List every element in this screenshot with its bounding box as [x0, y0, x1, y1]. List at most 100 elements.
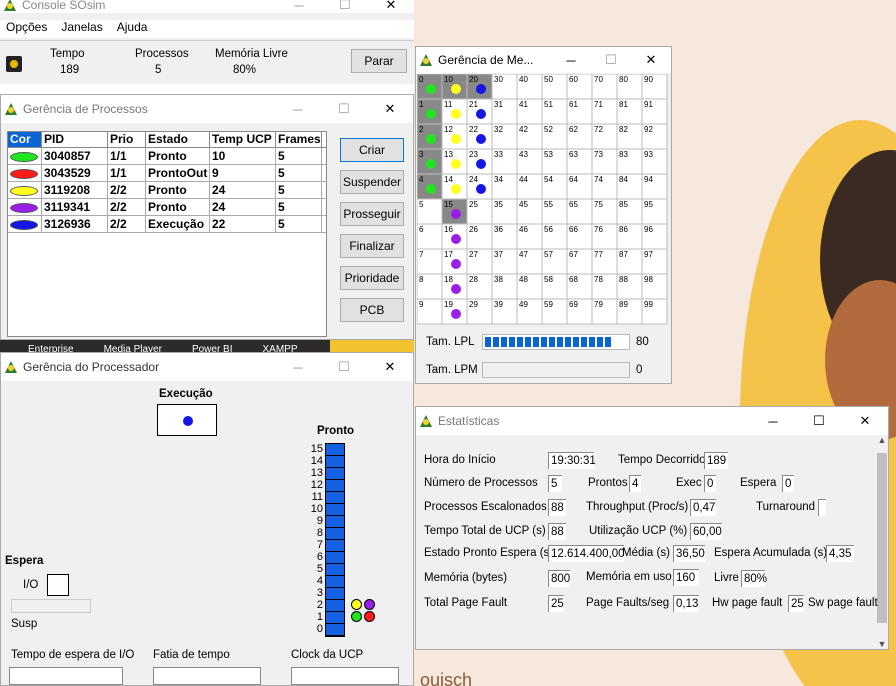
frame-number: 92 — [644, 125, 653, 134]
scroll-up-icon[interactable]: ▲ — [874, 435, 888, 445]
queue-index: 10 — [310, 503, 323, 515]
close-icon[interactable]: ✕ — [367, 359, 413, 375]
page-dot — [451, 84, 461, 94]
minimize-icon[interactable]: ─ — [551, 53, 591, 68]
table-row[interactable]: 3119341 2/2 Pronto 24 5 — [8, 199, 326, 216]
menu-opcoes[interactable]: Opções — [6, 20, 47, 38]
page-dot — [476, 184, 486, 194]
close-icon[interactable]: ✕ — [368, 0, 414, 13]
column-header[interactable]: Cor — [8, 132, 42, 147]
memory-frame: 43 — [516, 148, 543, 175]
menu-janelas[interactable]: Janelas — [61, 20, 102, 38]
lpl-segment — [573, 337, 579, 347]
cpu-box — [157, 404, 217, 436]
table-row[interactable]: 3040857 1/1 Pronto 10 5 — [8, 148, 326, 165]
minimize-icon[interactable]: ─ — [275, 102, 321, 117]
tempo-espera-io-slider[interactable] — [9, 667, 123, 685]
page-dot — [451, 209, 461, 219]
column-header[interactable]: Temp UCP — [210, 132, 276, 147]
memory-frame: 3 — [417, 148, 443, 175]
maximize-icon[interactable]: ☐ — [321, 101, 367, 117]
memory-frame: 97 — [641, 248, 668, 275]
frame-number: 74 — [594, 175, 603, 184]
scroll-down-icon[interactable]: ▼ — [874, 639, 888, 649]
pcb-button[interactable]: PCB — [340, 298, 404, 322]
parar-button[interactable]: Parar — [351, 49, 407, 73]
memory-grid: 0 10 20 30 40 50 60 70 80 901 11 21 31 41 51 61 71 81 912 1… — [417, 74, 668, 325]
fatia-tempo-slider[interactable] — [153, 667, 261, 685]
close-icon[interactable]: ✕ — [842, 413, 888, 429]
page-dot — [426, 109, 436, 119]
process-table-body: 3040857 1/1 Pronto 10 5 3043529 1/1 ProntoOut 9 5… — [8, 148, 326, 233]
page-faults-seg-value: 0,13 — [673, 595, 699, 612]
hora-inicio-value: 19:30:31 — [548, 452, 596, 469]
criar-button[interactable]: Criar — [340, 138, 404, 162]
statistics-titlebar[interactable]: Estatísticas ─ ☐ ✕ — [416, 407, 888, 435]
page-dot — [451, 134, 461, 144]
minimize-icon[interactable]: ─ — [275, 360, 321, 375]
escalonados-value: 88 — [548, 499, 566, 516]
maximize-icon[interactable]: ☐ — [796, 413, 842, 429]
prontos-value: 4 — [629, 475, 641, 492]
frame-number: 87 — [619, 250, 628, 259]
process-color-ellipse — [10, 168, 38, 179]
lpl-segment — [493, 337, 499, 347]
memory-frame: 99 — [641, 298, 668, 325]
menu-ajuda[interactable]: Ajuda — [117, 20, 148, 38]
table-row[interactable]: 3119208 2/2 Pronto 24 5 — [8, 182, 326, 199]
column-header[interactable]: Frames — [276, 132, 322, 147]
queue-slot — [326, 564, 344, 576]
memory-frame: 85 — [616, 198, 643, 225]
memory-frame: 2 — [417, 123, 443, 150]
frame-number: 31 — [494, 100, 503, 109]
memory-frame: 69 — [566, 298, 593, 325]
cell-frames: 5 — [276, 148, 322, 164]
lpl-segment — [549, 337, 555, 347]
lpl-segment — [597, 337, 603, 347]
color-swatch — [8, 216, 42, 232]
page-faults-seg-label: Page Faults/seg — [586, 597, 670, 609]
table-row[interactable]: 3043529 1/1 ProntoOut 9 5 — [8, 165, 326, 182]
frame-number: 83 — [619, 150, 628, 159]
column-header[interactable]: Estado — [146, 132, 210, 147]
frame-number: 41 — [519, 100, 528, 109]
process-manager-titlebar[interactable]: Gerência de Processos ─ ☐ ✕ — [1, 95, 413, 123]
column-header[interactable]: PID — [42, 132, 108, 147]
maximize-icon[interactable]: ☐ — [591, 52, 631, 68]
prioridade-button[interactable]: Prioridade — [340, 266, 404, 290]
queue-index: 1 — [316, 611, 323, 623]
maximize-icon[interactable]: ☐ — [322, 0, 368, 13]
finalizar-button[interactable]: Finalizar — [340, 234, 404, 258]
processor-manager-titlebar[interactable]: Gerência do Processador ─ ☐ ✕ — [1, 353, 413, 381]
clock-ucp-slider[interactable] — [291, 667, 399, 685]
memory-frame: 73 — [591, 148, 618, 175]
frame-number: 69 — [569, 300, 578, 309]
console-titlebar[interactable]: Console SOsim ─ ☐ ✕ — [0, 0, 414, 13]
memory-manager-titlebar[interactable]: Gerência de Me... ─ ☐ ✕ — [416, 47, 671, 73]
cell-frames: 5 — [276, 199, 322, 215]
frame-number: 36 — [494, 225, 503, 234]
queue-index: 8 — [316, 527, 323, 539]
page-dot — [451, 259, 461, 269]
tempo-total-ucp-label: Tempo Total de UCP (s) — [424, 525, 546, 537]
table-row[interactable]: 3126936 2/2 Execução 22 5 — [8, 216, 326, 233]
scroll-thumb[interactable] — [877, 453, 887, 623]
process-table: Cor PID Prio Estado Temp UCP Frames 3040857 1/… — [7, 131, 327, 337]
memory-frame: 87 — [616, 248, 643, 275]
lpl-segment — [533, 337, 539, 347]
minimize-icon[interactable]: ─ — [276, 0, 322, 13]
memory-frame: 24 — [466, 173, 493, 200]
memory-frame: 10 — [441, 74, 468, 100]
minimize-icon[interactable]: ─ — [750, 414, 796, 429]
close-icon[interactable]: ✕ — [367, 101, 413, 117]
memory-frame: 62 — [566, 123, 593, 150]
frame-number: 10 — [444, 75, 453, 84]
suspender-button[interactable]: Suspender — [340, 170, 404, 194]
livre-label: Livre — [714, 572, 739, 584]
maximize-icon[interactable]: ☐ — [321, 359, 367, 375]
queue-slot — [326, 492, 344, 504]
prosseguir-button[interactable]: Prosseguir — [340, 202, 404, 226]
close-icon[interactable]: ✕ — [631, 52, 671, 68]
scrollbar[interactable]: ▲ ▼ — [874, 435, 888, 649]
column-header[interactable]: Prio — [108, 132, 146, 147]
